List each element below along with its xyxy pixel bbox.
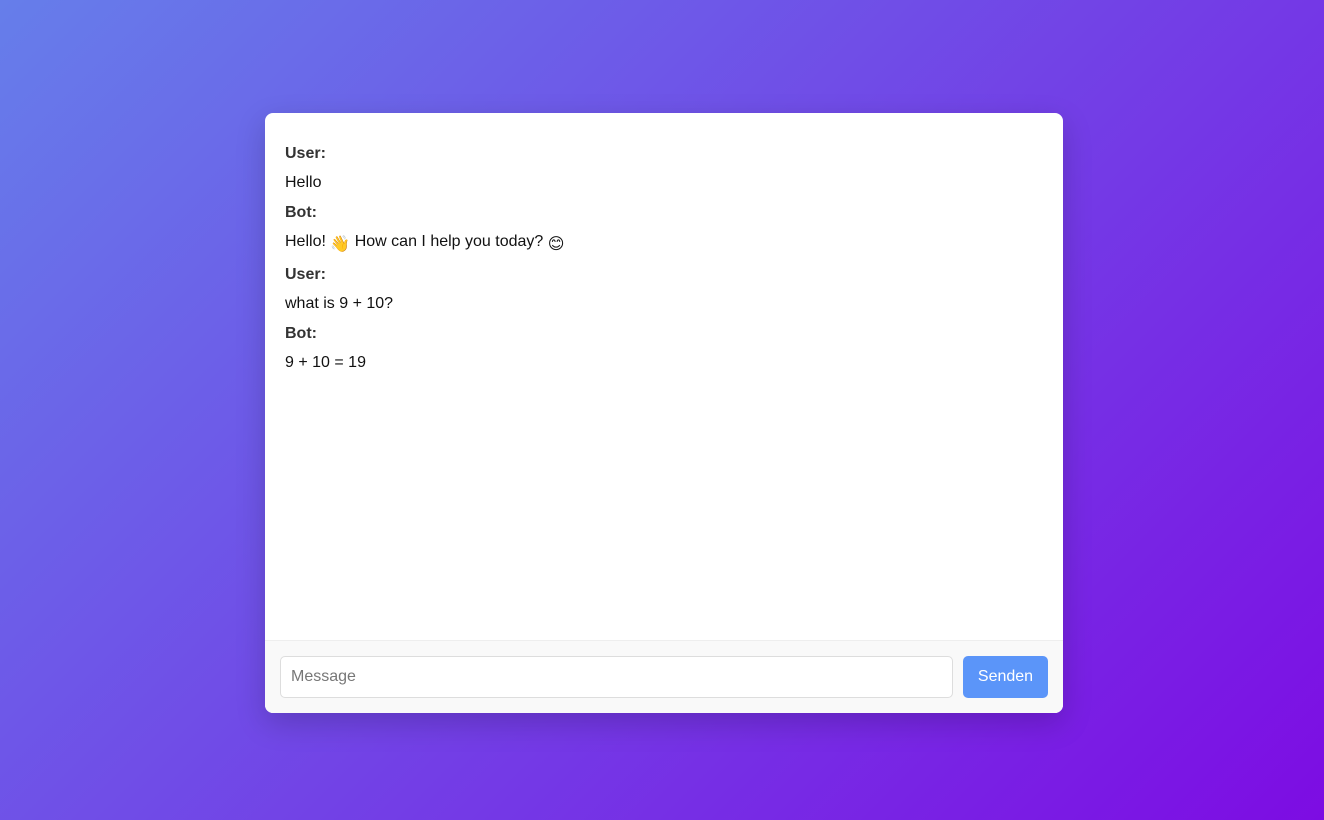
message-input[interactable] (280, 656, 953, 698)
message-list: User: Hello Bot: Hello! 👋 How can I help… (265, 113, 1063, 640)
message-text-part: How can I help you today? (350, 233, 548, 250)
chat-window: User: Hello Bot: Hello! 👋 How can I help… (265, 113, 1063, 713)
message-composer: Senden (265, 640, 1063, 713)
message-text: 9 + 10 = 19 (285, 354, 366, 371)
message-sender: User: (285, 145, 326, 162)
message-sender: User: (285, 266, 326, 283)
send-button[interactable]: Senden (963, 656, 1048, 698)
message-text-part: Hello! (285, 233, 331, 250)
message-item: Bot: 9 + 10 = 19 (285, 323, 1043, 374)
message-text: what is 9 + 10? (285, 295, 394, 312)
smiling-face-emoji-icon: 😊 (547, 236, 565, 253)
message-sender: Bot: (285, 204, 317, 221)
message-item: User: Hello (285, 143, 1043, 194)
message-sender: Bot: (285, 325, 317, 342)
message-item: User: what is 9 + 10? (285, 264, 1043, 315)
message-text: Hello (285, 174, 322, 191)
message-item: Bot: Hello! 👋 How can I help you today? … (285, 202, 1043, 256)
message-text: Hello! 👋 How can I help you today? 😊 (285, 231, 1043, 256)
waving-hand-emoji-icon: 👋 (330, 236, 351, 253)
